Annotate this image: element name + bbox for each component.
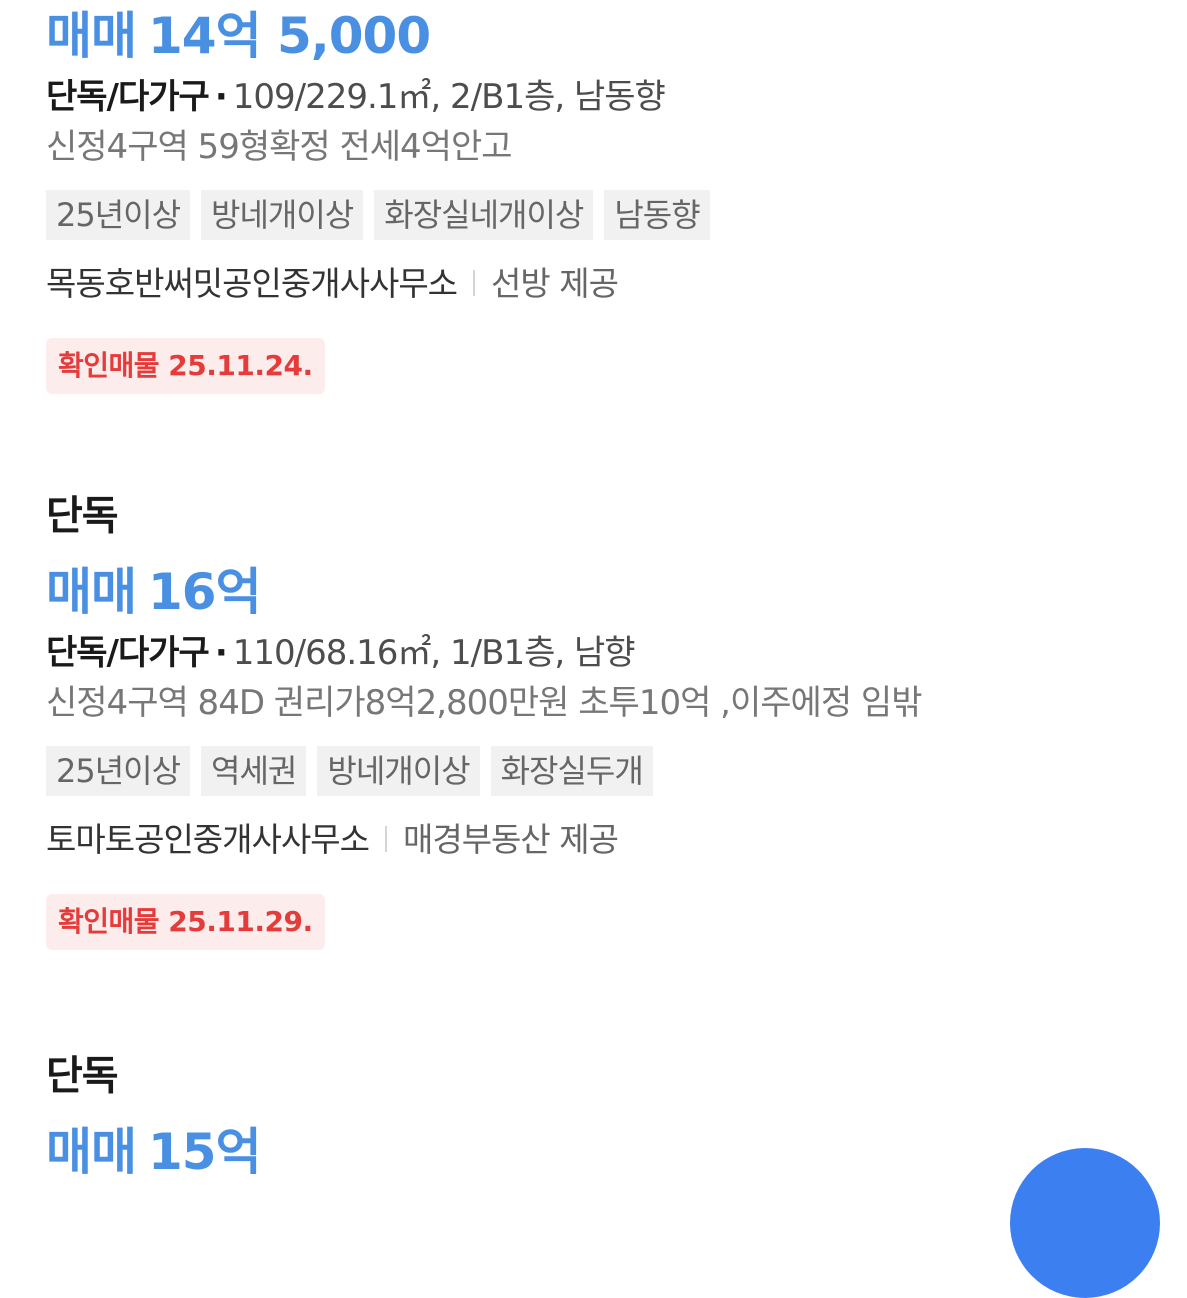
listing-spec: 단독/다가구 · 110/68.16㎡, 1/B1층, 남향 (46, 626, 1147, 680)
agency-info: 목동호반써밋공인중개사사무소 선방 제공 (46, 260, 1147, 308)
price-value: 14억 5,000 (148, 7, 431, 65)
tag: 방네개이상 (201, 190, 364, 240)
price: 매매 14억 5,000 (46, 2, 1147, 70)
property-kind: 단독/다가구 (46, 633, 210, 673)
agency-divider (473, 269, 476, 296)
listing-description: 신정4구역 59형확정 전세4억안고 (46, 127, 513, 167)
agency-name: 토마토공인중개사사무소 (46, 820, 370, 859)
separator-dot: · (214, 77, 228, 117)
price-value: 15억 (148, 1123, 262, 1181)
price-label: 매매 (46, 1123, 137, 1181)
tag: 25년이상 (46, 190, 191, 240)
spec-details: 109/229.1㎡, 2/B1층, 남동향 (232, 77, 666, 117)
listing-type: 단독 (46, 1053, 119, 1099)
price: 매매 15억 (46, 1118, 1147, 1186)
tag-list: 25년이상 방네개이상 화장실네개이상 남동향 (46, 190, 1147, 240)
listing-card[interactable]: 단독 매매 16억 단독/다가구 · 110/68.16㎡, 1/B1층, 남향 신정… (46, 490, 1147, 950)
tag: 남동향 (604, 190, 710, 240)
tag: 화장실네개이상 (374, 190, 594, 240)
property-kind: 단독/다가구 (46, 77, 210, 117)
provider-name: 매경부동산 제공 (402, 820, 619, 859)
separator-dot: · (214, 633, 228, 673)
price-label: 매매 (46, 563, 137, 621)
tag: 역세권 (201, 746, 307, 796)
verified-badge: 확인매물 25.11.24. (46, 338, 325, 394)
tag: 방네개이상 (317, 746, 480, 796)
tag-list: 25년이상 역세권 방네개이상 화장실두개 (46, 746, 1147, 796)
floating-action-button[interactable] (1010, 1148, 1160, 1298)
tag: 화장실두개 (490, 746, 653, 796)
agency-name: 목동호반써밋공인중개사사무소 (46, 264, 458, 303)
listing-description: 신정4구역 84D 권리가8억2,800만원 초투10억 ,이주에정 임밖 (46, 683, 922, 723)
listing-card[interactable]: 매매 14억 5,000 단독/다가구 · 109/229.1㎡, 2/B1층, 남동… (46, 2, 1147, 394)
tag: 25년이상 (46, 746, 191, 796)
price-value: 16억 (148, 563, 262, 621)
price-label: 매매 (46, 7, 137, 65)
listing-spec: 단독/다가구 · 109/229.1㎡, 2/B1층, 남동향 (46, 70, 1147, 124)
agency-info: 토마토공인중개사사무소 매경부동산 제공 (46, 816, 1147, 864)
price: 매매 16억 (46, 558, 1147, 626)
provider-name: 선방 제공 (491, 264, 619, 303)
spec-details: 110/68.16㎡, 1/B1층, 남향 (232, 633, 636, 673)
listing-card[interactable]: 단독 매매 15억 (46, 1050, 1147, 1186)
verified-badge: 확인매물 25.11.29. (46, 894, 325, 950)
listing-type: 단독 (46, 493, 119, 539)
agency-divider (384, 825, 387, 852)
